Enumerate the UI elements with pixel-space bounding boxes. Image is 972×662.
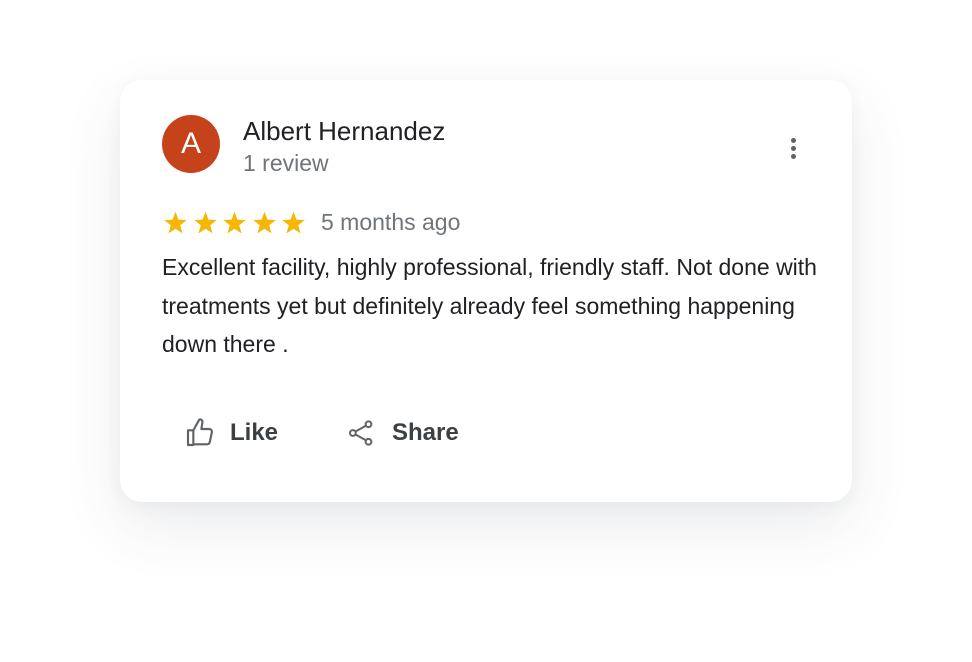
star-icon (193, 211, 217, 233)
review-card: A Albert Hernandez 1 review 5 months ago… (120, 80, 852, 502)
more-vert-icon-dot (790, 153, 796, 159)
like-label: Like (230, 419, 279, 446)
page-background: A Albert Hernandez 1 review 5 months ago… (0, 0, 972, 662)
more-vert-icon (790, 137, 796, 143)
more-options-button[interactable] (778, 130, 808, 166)
star-rating (162, 207, 310, 239)
reviewer-name[interactable]: Albert Hernandez (243, 116, 445, 147)
more-vert-icon-dot (790, 145, 796, 151)
share-button[interactable]: Share (346, 410, 459, 456)
share-icon (349, 420, 373, 446)
star-icon (164, 211, 187, 233)
avatar[interactable]: A (162, 115, 220, 173)
star-icon (252, 211, 276, 233)
star-icon (282, 211, 305, 233)
share-label: Share (392, 419, 459, 446)
thumbs-up-icon (186, 418, 213, 447)
review-text: Excellent facility, highly professional,… (162, 254, 817, 357)
like-button[interactable]: Like (184, 410, 278, 456)
review-count: 1 review (243, 150, 329, 176)
review-date: 5 months ago (321, 209, 461, 235)
star-icon (223, 211, 246, 233)
